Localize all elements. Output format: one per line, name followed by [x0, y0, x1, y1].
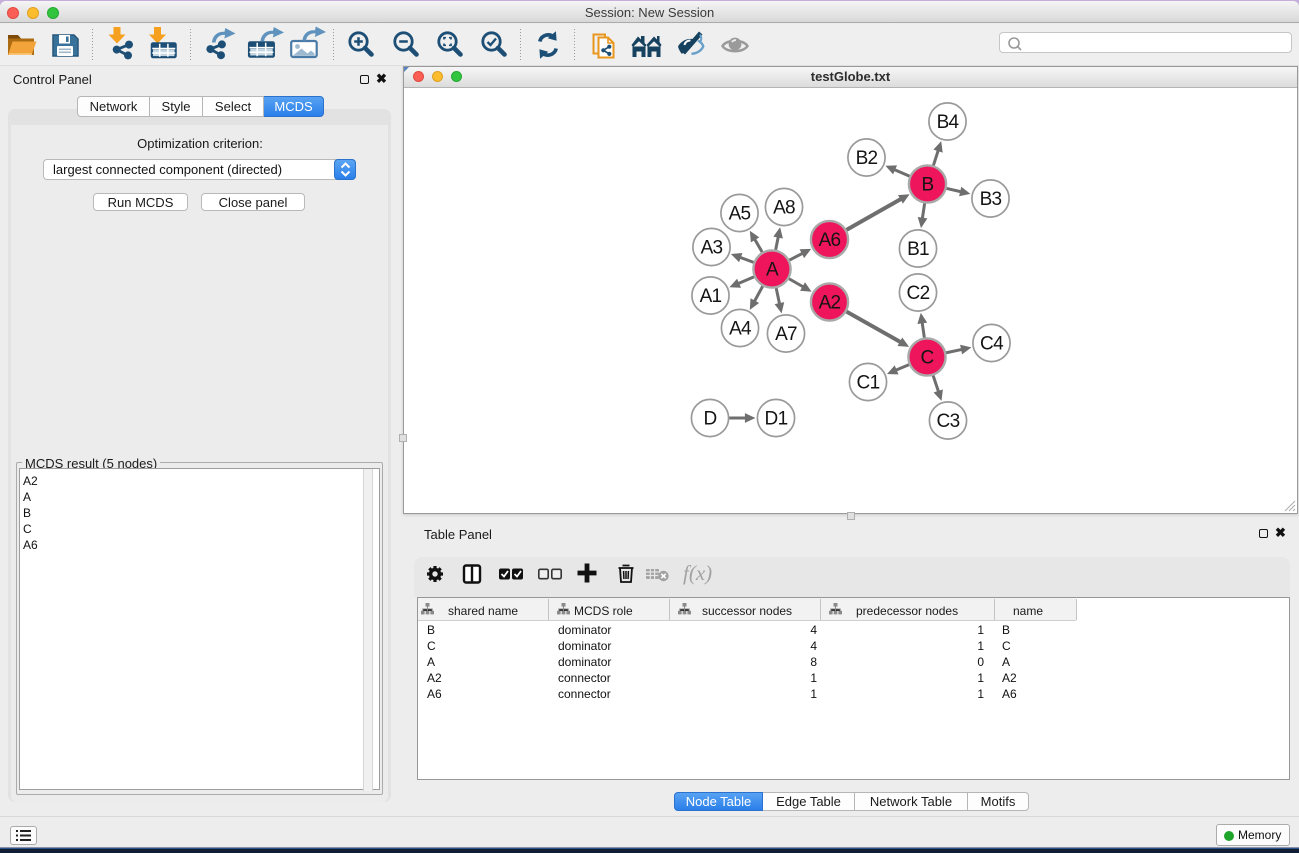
svg-text:A4: A4 — [729, 319, 752, 340]
svg-text:A3: A3 — [701, 238, 723, 259]
svg-text:B4: B4 — [937, 112, 960, 133]
svg-text:B2: B2 — [856, 148, 878, 169]
svg-text:C4: C4 — [980, 334, 1004, 355]
svg-text:D: D — [703, 409, 716, 430]
svg-text:C1: C1 — [857, 373, 880, 394]
svg-text:C3: C3 — [937, 411, 960, 432]
svg-text:B1: B1 — [907, 239, 929, 260]
svg-text:A: A — [766, 260, 779, 281]
svg-text:C: C — [920, 348, 933, 369]
svg-text:D1: D1 — [765, 409, 788, 430]
svg-text:A1: A1 — [700, 286, 722, 307]
svg-text:C2: C2 — [907, 283, 930, 304]
svg-text:B: B — [922, 175, 934, 196]
svg-text:A8: A8 — [773, 198, 795, 219]
svg-text:A5: A5 — [729, 204, 751, 225]
svg-text:B3: B3 — [980, 189, 1002, 210]
svg-text:A7: A7 — [775, 324, 797, 345]
svg-text:A6: A6 — [819, 230, 841, 251]
svg-text:A2: A2 — [819, 293, 841, 314]
